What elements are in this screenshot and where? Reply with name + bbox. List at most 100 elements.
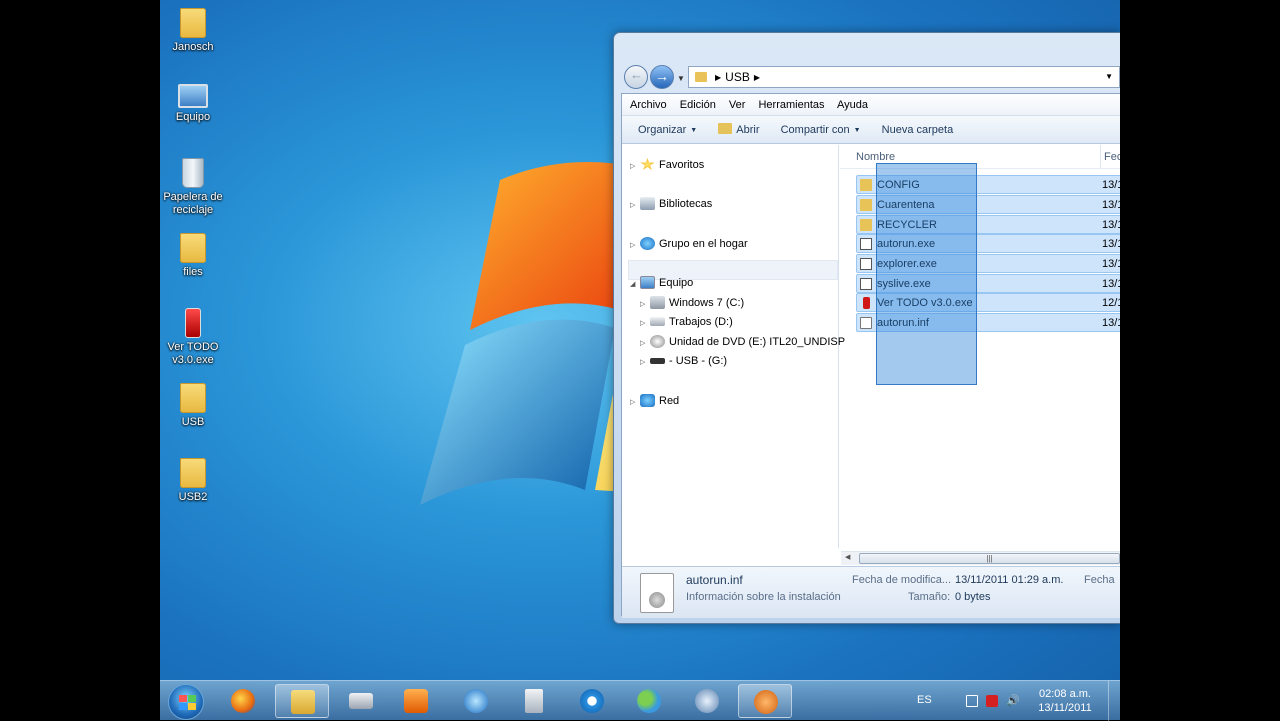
desktop-icon-recycle-bin[interactable]: Papelera de reciclaje — [160, 158, 226, 217]
folder-icon — [180, 8, 206, 38]
nav-drive-d[interactable]: ▷ Trabajos (D:) — [640, 313, 733, 331]
gear-icon — [695, 689, 719, 713]
executable-icon — [860, 258, 872, 270]
desktop-icon-files[interactable]: files — [160, 233, 226, 279]
expand-icon[interactable]: ▷ — [630, 158, 640, 176]
volume-icon[interactable]: 🔊 — [1006, 695, 1020, 707]
chevron-down-icon: ▼ — [853, 127, 861, 134]
clock-date: 13/11/2011 — [1038, 702, 1092, 714]
taskbar-explorer[interactable] — [275, 684, 329, 718]
taskbar-globe-search[interactable] — [449, 684, 503, 718]
red-executable-icon — [863, 297, 870, 309]
folder-icon — [180, 458, 206, 488]
address-bar[interactable]: ▶ USB ▶ ▼ — [688, 66, 1120, 88]
menu-ver[interactable]: Ver — [729, 99, 746, 111]
internet-explorer-icon — [580, 689, 604, 713]
details-modified-label: Fecha de modifica... — [852, 574, 952, 586]
system-drive-icon — [650, 296, 665, 309]
desktop-icon-ver-todo[interactable]: Ver TODO v3.0.exe — [160, 308, 226, 367]
history-dropdown-icon[interactable]: ▼ — [677, 74, 685, 83]
recycle-bin-icon — [182, 158, 204, 188]
taskbar-internet-explorer[interactable] — [565, 684, 619, 718]
nav-homegroup[interactable]: ▷ Grupo en el hogar — [630, 235, 748, 253]
taskbar-calculator[interactable] — [507, 684, 561, 718]
menu-archivo[interactable]: Archivo — [630, 99, 667, 111]
nav-drive-e[interactable]: ▷ Unidad de DVD (E:) ITL20_UNDISP — [640, 333, 845, 351]
file-preview-icon — [640, 573, 674, 613]
nav-favorites[interactable]: ▷ Favoritos — [630, 156, 704, 174]
details-extra-label: Fecha — [1084, 574, 1115, 586]
executable-icon — [860, 238, 872, 250]
messenger-icon — [637, 689, 661, 713]
scroll-left-icon[interactable]: ◀ — [845, 553, 850, 561]
taskbar-media-player[interactable] — [389, 684, 443, 718]
chevron-down-icon: ▼ — [690, 127, 698, 134]
scrollbar-thumb[interactable]: ||| — [859, 553, 1120, 564]
forward-button[interactable]: → — [650, 65, 674, 89]
open-folder-icon — [718, 123, 733, 134]
computer-icon — [178, 84, 208, 108]
expand-icon[interactable]: ▷ — [630, 394, 640, 412]
open-button[interactable]: Abrir — [718, 116, 760, 144]
column-date[interactable]: Fech — [1100, 145, 1120, 169]
clock-time: 02:08 a.m. — [1039, 688, 1091, 700]
organize-button[interactable]: Organizar ▼ — [638, 116, 697, 145]
expand-icon[interactable]: ▷ — [640, 296, 650, 314]
selection-marquee — [876, 163, 977, 385]
usb-drive-icon — [650, 358, 665, 364]
show-desktop-button[interactable] — [1108, 681, 1120, 721]
share-with-button[interactable]: Compartir con ▼ — [781, 116, 861, 145]
expand-icon[interactable]: ▷ — [630, 237, 640, 255]
media-player-icon — [404, 689, 428, 713]
expand-icon[interactable]: ▷ — [640, 315, 650, 333]
folder-icon — [860, 179, 872, 191]
drive-icon — [349, 693, 373, 709]
details-pane: autorun.inf Información sobre la instala… — [622, 566, 1120, 618]
nav-drive-g[interactable]: ▷ - USB - (G:) — [640, 352, 727, 370]
navigation-row: → ▼ ▶USB▶ ▼ — [622, 63, 1120, 91]
desktop-icon-usb2[interactable]: USB2 — [160, 458, 226, 504]
file-list: Nombre Fech CONFIG 13/1 Cuarentena 13/1 … — [840, 145, 1120, 548]
expand-icon[interactable]: ▷ — [640, 354, 650, 372]
details-file-type: Información sobre la instalación — [686, 591, 841, 603]
calculator-icon — [525, 689, 543, 713]
action-center-icon[interactable] — [966, 695, 978, 707]
taskbar-firefox[interactable] — [216, 684, 270, 718]
folder-icon — [860, 219, 872, 231]
folder-icon — [180, 233, 206, 263]
nav-drive-c[interactable]: ▷ Windows 7 (C:) — [640, 294, 744, 312]
executable-icon — [860, 278, 872, 290]
start-button[interactable] — [168, 684, 204, 720]
hard-drive-icon — [650, 317, 665, 326]
clock[interactable]: 02:08 a.m. 13/11/2011 — [1030, 687, 1100, 715]
taskbar-drive[interactable] — [334, 684, 388, 718]
taskbar-paw-app[interactable] — [738, 684, 792, 718]
nav-libraries[interactable]: ▷ Bibliotecas — [630, 195, 712, 213]
expand-icon[interactable]: ▷ — [640, 335, 650, 353]
menu-ayuda[interactable]: Ayuda — [837, 99, 868, 111]
taskbar-messenger[interactable] — [622, 684, 676, 718]
nav-network[interactable]: ▷ Red — [630, 392, 679, 410]
desktop-icon-equipo[interactable]: Equipo — [160, 84, 226, 124]
menu-bar: Archivo Edición Ver Herramientas Ayuda — [622, 94, 1120, 116]
collapse-icon[interactable]: ◢ — [630, 276, 640, 294]
taskbar-settings[interactable] — [680, 684, 734, 718]
explorer-body: Archivo Edición Ver Herramientas Ayuda O… — [621, 93, 1120, 618]
new-folder-button[interactable]: Nueva carpeta — [882, 116, 954, 144]
details-modified-value: 13/11/2011 01:29 a.m. — [955, 574, 1064, 586]
menu-edicion[interactable]: Edición — [680, 99, 716, 111]
command-bar: Organizar ▼ Abrir Compartir con ▼ Nueva ca… — [622, 116, 1120, 144]
taskbar: ES 🔊 02:08 a.m. 13/11/2011 — [160, 680, 1120, 721]
executable-icon — [185, 308, 201, 338]
expand-icon[interactable]: ▷ — [630, 197, 640, 215]
language-indicator[interactable]: ES — [917, 694, 932, 706]
address-dropdown-icon[interactable]: ▼ — [1105, 67, 1113, 87]
back-button[interactable] — [624, 65, 648, 89]
nav-computer[interactable]: ◢ Equipo — [630, 274, 693, 292]
homegroup-icon — [640, 237, 655, 250]
desktop-icon-usb[interactable]: USB — [160, 383, 226, 429]
security-icon[interactable] — [986, 695, 998, 707]
horizontal-scrollbar[interactable]: ◀ ||| — [841, 551, 1120, 565]
menu-herramientas[interactable]: Herramientas — [758, 99, 824, 111]
desktop-icon-janosch[interactable]: Janosch — [160, 8, 226, 54]
